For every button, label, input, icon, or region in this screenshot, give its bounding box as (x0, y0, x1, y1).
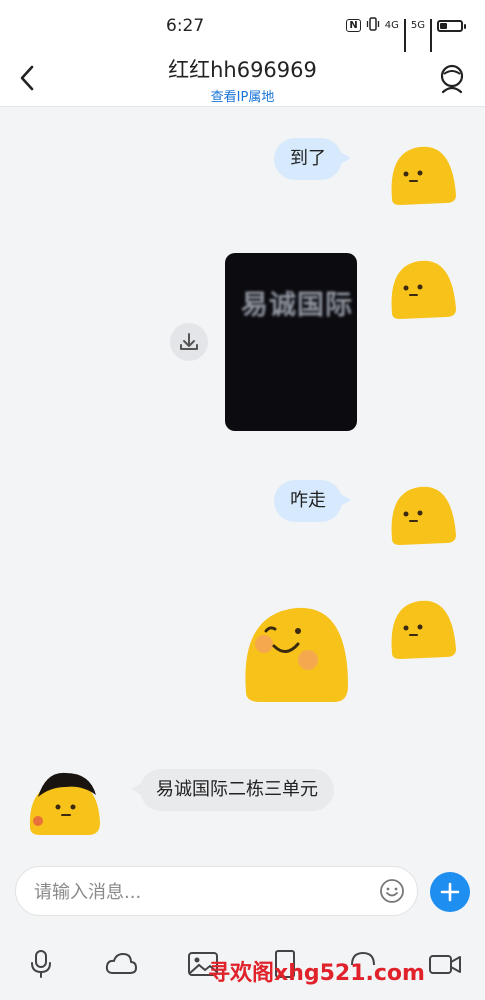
sent-message-bubble[interactable]: 咋走 (274, 480, 351, 522)
video-message[interactable]: 易诚国际 (225, 253, 357, 431)
cloud-button[interactable] (104, 949, 138, 979)
smiling-blob-sticker[interactable] (240, 604, 350, 706)
signal-icon (403, 18, 406, 53)
cloud-icon (105, 953, 137, 974)
battery-icon (437, 19, 466, 32)
chat-header: 红红hh696969 查看IP属地 (0, 52, 485, 107)
profile-button[interactable] (437, 62, 467, 96)
signal-icon-2 (430, 18, 432, 53)
my-avatar[interactable] (386, 593, 458, 663)
status-bar: 6:27 N 4G 5G (0, 0, 485, 53)
sent-message-bubble[interactable]: 到了 (274, 138, 351, 180)
emoji-button[interactable] (379, 878, 405, 904)
network-5g-label: 5G (410, 20, 425, 31)
contact-avatar[interactable] (26, 769, 102, 839)
video-thumbnail-text: 易诚国际 (241, 290, 353, 321)
message-input[interactable] (32, 867, 366, 917)
download-button[interactable] (170, 323, 208, 361)
contact-name: 红红hh696969 (168, 58, 317, 82)
message-input-container (15, 866, 418, 917)
status-time: 6:27 (166, 16, 205, 36)
status-icons: N 4G 5G (346, 17, 466, 53)
video-icon (429, 955, 461, 974)
my-avatar[interactable] (386, 479, 458, 549)
add-attachment-button[interactable] (430, 872, 470, 912)
vibrate-icon (366, 17, 380, 34)
watermark-text: 寻欢阁xhg521.com (208, 961, 425, 986)
message-list[interactable]: 到了 易诚国际 咋走 易诚国际二栋三单元 (0, 107, 485, 847)
profile-icon (440, 64, 464, 94)
plus-icon (440, 882, 460, 902)
ip-location-link[interactable]: 查看IP属地 (0, 86, 485, 105)
my-avatar[interactable] (386, 253, 458, 323)
voice-button[interactable] (24, 949, 58, 979)
received-message-bubble[interactable]: 易诚国际二栋三单元 (131, 769, 334, 811)
my-avatar[interactable] (386, 139, 458, 209)
emoji-icon (380, 879, 404, 903)
microphone-icon (31, 950, 51, 978)
nfc-icon: N (346, 19, 361, 32)
network-4g-label: 4G (384, 20, 399, 31)
download-icon (180, 333, 198, 350)
video-call-button[interactable] (428, 949, 462, 979)
